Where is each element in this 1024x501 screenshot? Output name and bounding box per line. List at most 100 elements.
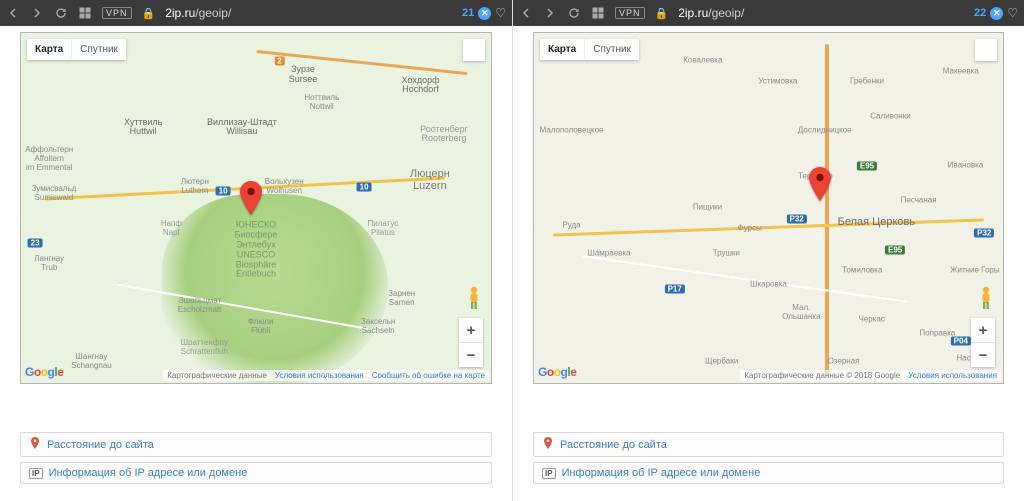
page-body: Карта Спутник ЮНЕСКО Биосфере Энтлебух U… xyxy=(0,26,512,501)
map-tab-satellite[interactable]: Спутник xyxy=(71,39,126,60)
place-label: Руда xyxy=(562,221,580,230)
place-label: Пилатус Pilatus xyxy=(367,220,398,238)
place-label: Шангнау Schangnau xyxy=(71,353,111,371)
url-path: /geoip/ xyxy=(195,6,231,20)
place-label: Трушки xyxy=(713,249,740,258)
place-label: Лютерн Luthern xyxy=(181,178,209,196)
place-label: Напф Napf xyxy=(161,220,182,238)
link-ipinfo-label: Информация об IP адресе или домене xyxy=(562,467,761,479)
attrib-data[interactable]: Картографические данные © 2018 Google xyxy=(740,370,904,381)
address-bar[interactable]: 2ip.ru/geoip/ xyxy=(165,6,452,20)
place-label: Ноттвиль Nottwil xyxy=(304,94,339,112)
link-distance[interactable]: Расстояние до сайта xyxy=(20,432,492,457)
zoom-in-button[interactable]: + xyxy=(971,318,995,342)
place-label: Гребенки xyxy=(850,78,884,87)
url-path: /geoip/ xyxy=(708,6,744,20)
road-shield: 23 xyxy=(28,239,43,248)
place-label: Аффольтерн Affoltern im Emmental xyxy=(25,146,73,172)
attrib-report[interactable]: Сообщить об ошибке на карте xyxy=(368,370,489,381)
place-label: Макеевка xyxy=(943,67,979,76)
place-label: Черкас xyxy=(858,316,884,325)
place-label: Зурзе Sursee xyxy=(289,65,318,85)
fullscreen-button[interactable] xyxy=(463,39,485,61)
apps-icon[interactable] xyxy=(78,6,92,20)
map-attribution: Картографические данные © 2018 Google Ус… xyxy=(740,370,1001,381)
back-icon[interactable] xyxy=(6,6,20,20)
split-view: VPN 🔒 2ip.ru/geoip/ 21 ✕ ♡ Карта Спутник xyxy=(0,0,1024,501)
map-attribution: Картографические данные Условия использо… xyxy=(163,370,489,381)
place-label: Зумисвальд Sumiswald xyxy=(31,185,76,203)
blocker-count[interactable]: 22 xyxy=(974,7,986,19)
map-pin-icon xyxy=(809,167,831,201)
pegman-icon[interactable] xyxy=(977,285,995,311)
distance-icon xyxy=(542,437,554,452)
map-canvas-right[interactable]: Белая Церковь ТрилесыКовалевкаУстимовкаГ… xyxy=(534,33,1003,383)
nav-group xyxy=(519,6,605,20)
biosphere-label: ЮНЕСКО Биосфере Энтлебух UNESCO Biosphär… xyxy=(235,220,278,279)
city-label: Белая Церковь xyxy=(838,216,916,228)
map-type-toggle: Карта Спутник xyxy=(540,39,639,60)
page-body: Карта Спутник Белая Церковь ТрилесыКовал… xyxy=(513,26,1024,501)
google-logo: Google xyxy=(538,365,576,379)
fullscreen-button[interactable] xyxy=(975,39,997,61)
apps-icon[interactable] xyxy=(591,6,605,20)
place-label: Зарнен Sarnen xyxy=(388,290,415,308)
place-label: Щербаки xyxy=(705,358,738,367)
place-label: Хохдорф Hochdorf xyxy=(402,76,440,96)
map-tab-map[interactable]: Карта xyxy=(27,39,71,60)
road xyxy=(553,218,984,236)
place-label: Эшольцмат Escholzmatt xyxy=(178,297,222,315)
zoom-control: + − xyxy=(971,318,995,367)
link-ipinfo[interactable]: IP Информация об IP адресе или домене xyxy=(533,462,1004,484)
ip-icon: IP xyxy=(29,468,43,479)
pane-left: VPN 🔒 2ip.ru/geoip/ 21 ✕ ♡ Карта Спутник xyxy=(0,0,512,501)
map-tab-map[interactable]: Карта xyxy=(540,39,584,60)
attrib-data[interactable]: Картографические данные xyxy=(163,370,271,381)
zoom-out-button[interactable]: − xyxy=(459,342,483,367)
map-container[interactable]: Карта Спутник Белая Церковь ТрилесыКовал… xyxy=(533,32,1004,384)
ip-icon: IP xyxy=(542,468,556,479)
heart-icon[interactable]: ♡ xyxy=(1007,6,1018,20)
reload-icon[interactable] xyxy=(567,6,581,20)
reload-icon[interactable] xyxy=(54,6,68,20)
forward-icon[interactable] xyxy=(30,6,44,20)
map-container[interactable]: Карта Спутник ЮНЕСКО Биосфере Энтлебух U… xyxy=(20,32,492,384)
map-tab-satellite[interactable]: Спутник xyxy=(584,39,639,60)
road-shield: 2 xyxy=(274,57,284,66)
place-label: Малополовецкое xyxy=(540,127,604,136)
attrib-terms[interactable]: Условия использования xyxy=(271,370,368,381)
pane-right: VPN 🔒 2ip.ru/geoip/ 22 ✕ ♡ Карта Спутник xyxy=(512,0,1024,501)
distance-icon xyxy=(29,437,41,452)
place-label: Роотенберг Rooterberg xyxy=(420,125,468,145)
link-ipinfo[interactable]: IP Информация об IP адресе или домене xyxy=(20,462,492,484)
road-shield: 10 xyxy=(216,186,231,195)
place-label: Озерная xyxy=(828,358,860,367)
place-label: Пищики xyxy=(693,204,722,213)
vpn-badge[interactable]: VPN xyxy=(615,7,645,19)
attrib-terms[interactable]: Условия использования xyxy=(904,370,1001,381)
forward-icon[interactable] xyxy=(543,6,557,20)
browser-chrome: VPN 🔒 2ip.ru/geoip/ 22 ✕ ♡ xyxy=(513,0,1024,26)
nav-group xyxy=(6,6,92,20)
place-label: Заксельн Sachseln xyxy=(361,318,395,336)
blocker-icon[interactable]: ✕ xyxy=(478,7,491,20)
chrome-right: 21 ✕ ♡ xyxy=(462,6,506,20)
place-label: Хуттвиль Huttwil xyxy=(124,118,162,138)
address-bar[interactable]: 2ip.ru/geoip/ xyxy=(678,6,964,20)
url-host: 2ip.ru xyxy=(678,6,708,20)
lock-icon: 🔒 xyxy=(655,7,669,20)
back-icon[interactable] xyxy=(519,6,533,20)
zoom-out-button[interactable]: − xyxy=(971,342,995,367)
blocker-icon[interactable]: ✕ xyxy=(990,7,1003,20)
heart-icon[interactable]: ♡ xyxy=(495,6,506,20)
zoom-control: + − xyxy=(459,318,483,367)
place-label: Устимовка xyxy=(758,78,797,87)
vpn-badge[interactable]: VPN xyxy=(102,7,132,19)
blocker-count[interactable]: 21 xyxy=(462,7,474,19)
place-label: Шкаровка xyxy=(750,281,787,290)
link-ipinfo-label: Информация об IP адресе или домене xyxy=(49,467,248,479)
pegman-icon[interactable] xyxy=(465,285,483,311)
zoom-in-button[interactable]: + xyxy=(459,318,483,342)
link-distance[interactable]: Расстояние до сайта xyxy=(533,432,1004,457)
place-label: Томиловка xyxy=(842,267,882,276)
